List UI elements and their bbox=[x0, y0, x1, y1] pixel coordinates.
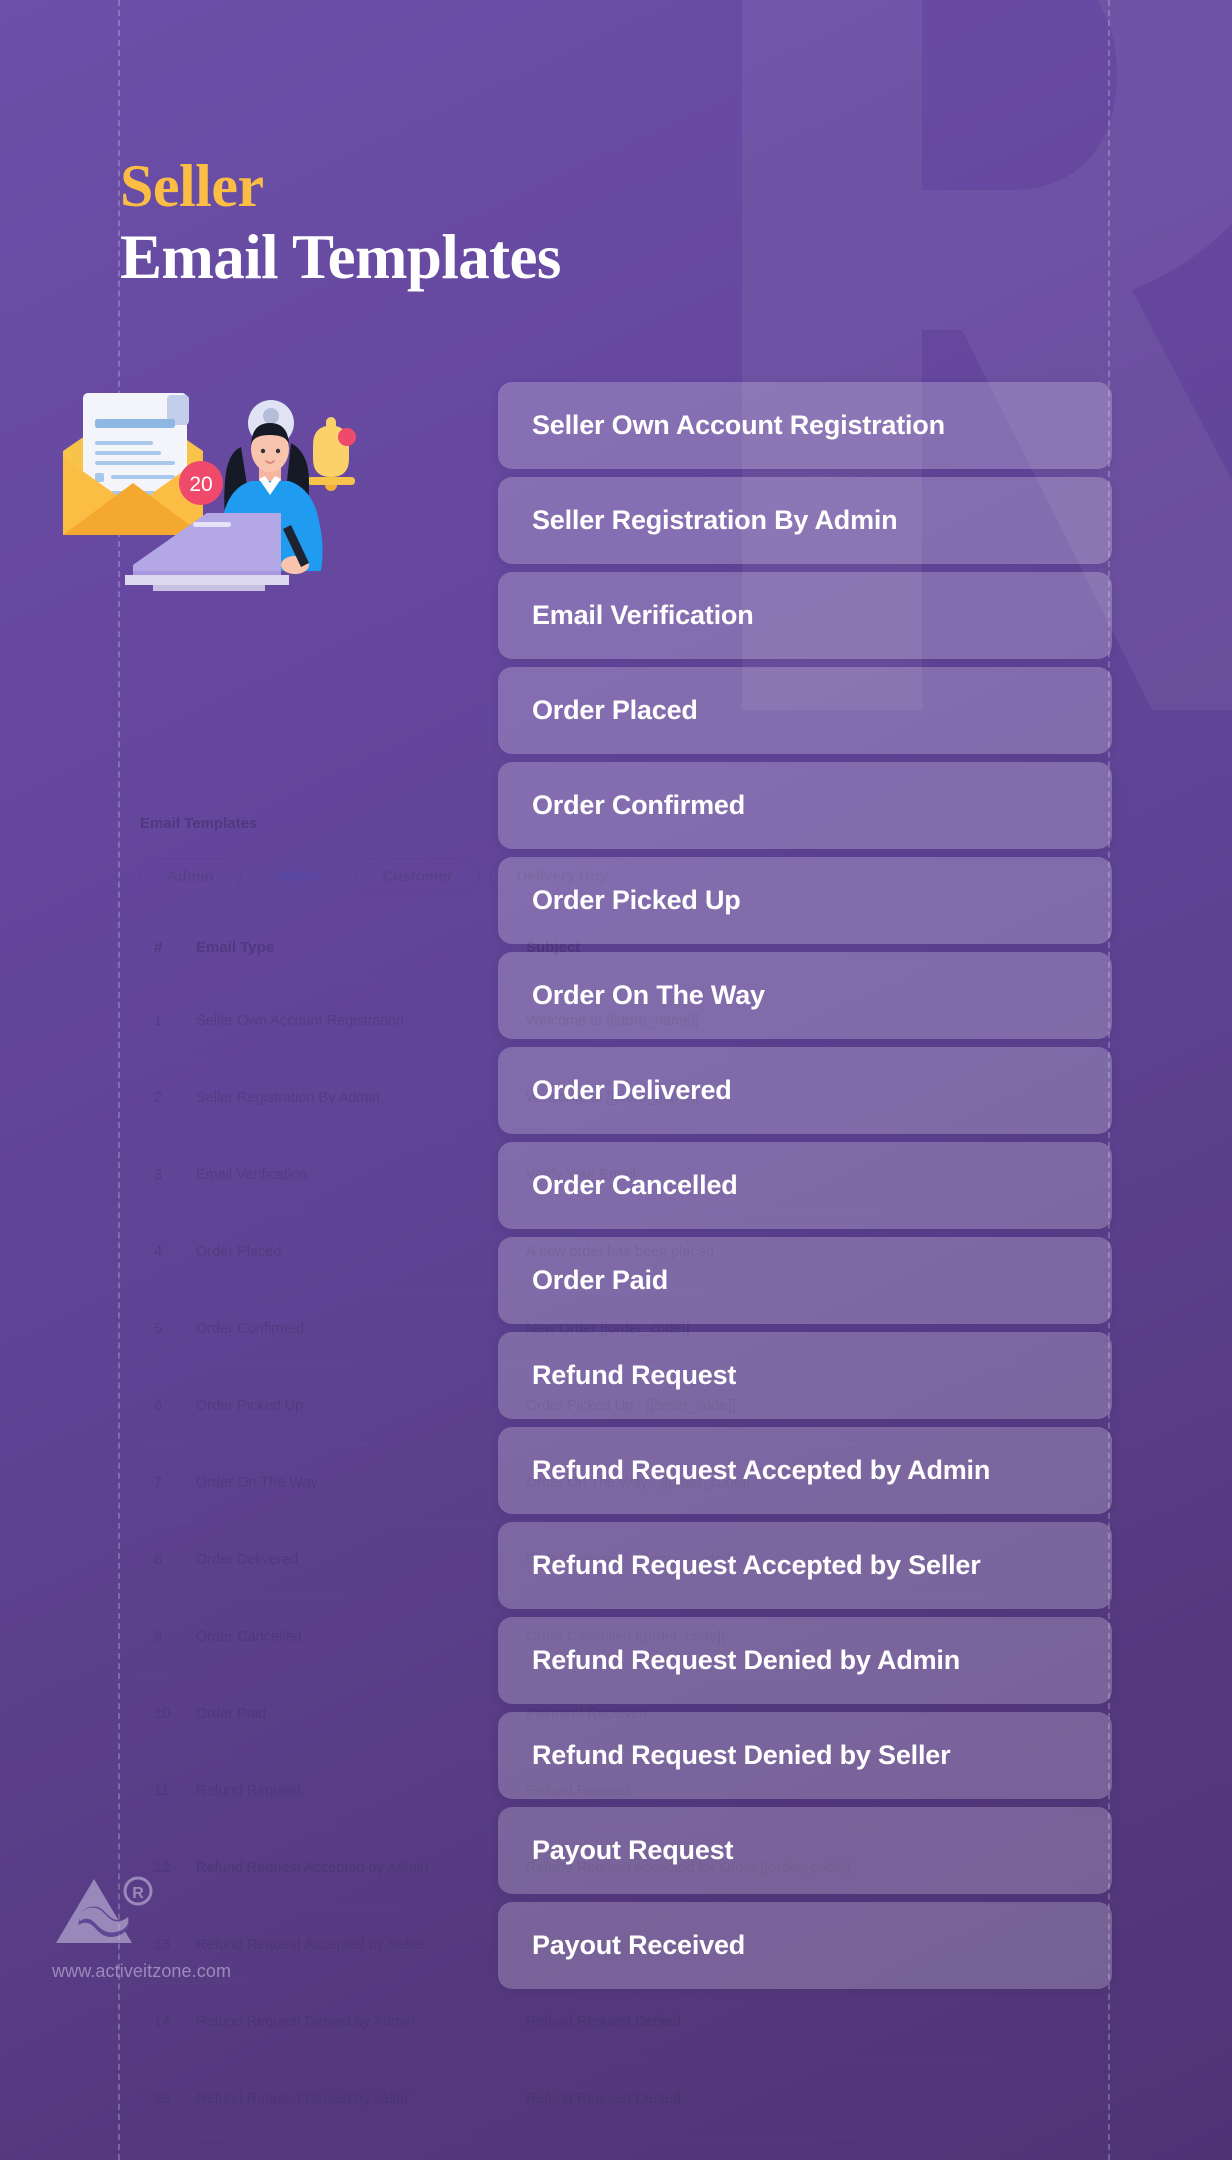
table-cell-type: Order Paid bbox=[196, 1676, 526, 1753]
email-template-pill-label: Order Paid bbox=[532, 1265, 669, 1295]
email-template-pill-label: Order Cancelled bbox=[532, 1170, 738, 1200]
table-cell-type: Order Delivered bbox=[196, 1522, 526, 1599]
table-cell-subject: Refund Request Denied bbox=[526, 1984, 1020, 2061]
table-cell-type: Seller Own Account Registration bbox=[196, 983, 526, 1060]
table-cell-type: Order Cancelled bbox=[196, 1599, 526, 1676]
email-template-pill[interactable]: Refund Request Denied by Seller bbox=[498, 1712, 1112, 1799]
table-cell-num: 14 bbox=[140, 1984, 196, 2061]
table-row[interactable]: 14 Refund Request Denied by Admin Refund R… bbox=[140, 1984, 1020, 2061]
activeitzone-logo-icon: R bbox=[52, 1875, 162, 1953]
email-template-pill-label: Order Picked Up bbox=[532, 885, 741, 915]
email-template-pill-label: Order On The Way bbox=[532, 980, 765, 1010]
table-cell-num: 5 bbox=[140, 1291, 196, 1368]
page-title: Email Templates bbox=[120, 222, 561, 292]
email-template-pill-label: Seller Registration By Admin bbox=[532, 505, 898, 535]
email-template-pill-label: Order Delivered bbox=[532, 1075, 732, 1105]
table-cell-type: Order Confirmed bbox=[196, 1291, 526, 1368]
table-cell-num: 15 bbox=[140, 2061, 196, 2138]
email-template-pill-label: Email Verification bbox=[532, 600, 754, 630]
table-row[interactable]: 15 Refund Request Denied by seller Refund … bbox=[140, 2061, 1020, 2138]
svg-text:R: R bbox=[132, 1885, 144, 1902]
table-cell-type: Refund Request Accepted by Admin bbox=[196, 1830, 526, 1907]
table-cell-type: Refund Request Accepted by Seller bbox=[196, 1907, 526, 1984]
email-template-pill[interactable]: Payout Request bbox=[498, 1807, 1112, 1894]
notification-bell bbox=[307, 417, 356, 491]
table-cell-type: Email Verification bbox=[196, 1137, 526, 1214]
email-template-pill[interactable]: Refund Request Denied by Admin bbox=[498, 1617, 1112, 1704]
email-template-pill[interactable]: Order Picked Up bbox=[498, 857, 1112, 944]
table-cell-num: 1 bbox=[140, 983, 196, 1060]
table-cell-num: 2 bbox=[140, 1060, 196, 1137]
email-template-pill[interactable]: Order Delivered bbox=[498, 1047, 1112, 1134]
table-cell-num: 9 bbox=[140, 1599, 196, 1676]
table-cell-type: Order Placed bbox=[196, 1214, 526, 1291]
email-template-pill-label: Payout Request bbox=[532, 1835, 734, 1865]
email-template-pill[interactable]: Email Verification bbox=[498, 572, 1112, 659]
email-template-pill-label: Refund Request Denied by Admin bbox=[532, 1645, 961, 1675]
column-header-type: Email Type bbox=[196, 939, 275, 956]
table-cell-num: 4 bbox=[140, 1214, 196, 1291]
panel-tab-seller[interactable]: Seller bbox=[251, 858, 346, 895]
poster-heading-block: Seller Email Templates bbox=[120, 155, 561, 293]
table-cell-num: 8 bbox=[140, 1522, 196, 1599]
table-cell-type: Refund Request Denied by Admin bbox=[196, 1984, 526, 2061]
table-cell-num: 3 bbox=[140, 1137, 196, 1214]
table-cell-type: Order Picked Up bbox=[196, 1368, 526, 1445]
column-header-index: # bbox=[154, 939, 163, 956]
heading-eyebrow: Seller bbox=[120, 153, 264, 219]
table-cell-num: 10 bbox=[140, 1676, 196, 1753]
email-template-pill[interactable]: Refund Request bbox=[498, 1332, 1112, 1419]
email-template-pill-label: Refund Request bbox=[532, 1360, 737, 1390]
table-cell-num: 11 bbox=[140, 1753, 196, 1830]
table-cell-subject: Refund Request Denied bbox=[526, 2061, 1020, 2138]
email-template-pill[interactable]: Order Confirmed bbox=[498, 762, 1112, 849]
panel-tab-admin[interactable]: Admin bbox=[140, 858, 241, 895]
table-cell-type: Payout Request bbox=[196, 2138, 526, 2160]
email-template-pill[interactable]: Seller Own Account Registration bbox=[498, 382, 1112, 469]
svg-text:20: 20 bbox=[189, 473, 212, 496]
email-template-pill-label: Refund Request Accepted by Admin bbox=[532, 1455, 991, 1485]
email-template-pill[interactable]: Payout Received bbox=[498, 1902, 1112, 1989]
panel-tab-customer[interactable]: Customer bbox=[355, 858, 480, 895]
email-template-pill-label: Seller Own Account Registration bbox=[532, 410, 945, 440]
email-illustration: 20 bbox=[55, 365, 395, 615]
guide-line-left bbox=[118, 0, 120, 2160]
table-cell-num: 7 bbox=[140, 1445, 196, 1522]
email-template-pill[interactable]: Order On The Way bbox=[498, 952, 1112, 1039]
table-cell-type: Refund Request Denied by seller bbox=[196, 2061, 526, 2138]
email-template-pill-label: Order Confirmed bbox=[532, 790, 746, 820]
email-template-pill[interactable]: Order Cancelled bbox=[498, 1142, 1112, 1229]
email-template-pill-label: Refund Request Accepted by Seller bbox=[532, 1550, 981, 1580]
poster-canvas: Seller Email Templates Email Templates A… bbox=[0, 0, 1232, 2160]
table-cell-type: Seller Registration By Admin bbox=[196, 1060, 526, 1137]
table-cell-subject: Payout Request bbox=[526, 2138, 1020, 2160]
table-cell-num: 6 bbox=[140, 1368, 196, 1445]
email-template-pill[interactable]: Seller Registration By Admin bbox=[498, 477, 1112, 564]
brand-watermark: R www.activeitzone.com bbox=[52, 1875, 242, 1982]
table-row[interactable]: 16Payout RequestPayout Request bbox=[140, 2138, 1020, 2160]
table-cell-type: Order On The Way bbox=[196, 1445, 526, 1522]
email-template-pill[interactable]: Refund Request Accepted by Seller bbox=[498, 1522, 1112, 1609]
email-template-pill[interactable]: Refund Request Accepted by Admin bbox=[498, 1427, 1112, 1514]
email-template-pill[interactable]: Order Paid bbox=[498, 1237, 1112, 1324]
email-template-pill[interactable]: Order Placed bbox=[498, 667, 1112, 754]
email-template-list: Seller Own Account Registration Seller Re… bbox=[498, 382, 1112, 1989]
email-template-pill-label: Payout Received bbox=[532, 1930, 746, 1960]
email-template-pill-label: Refund Request Denied by Seller bbox=[532, 1740, 951, 1770]
watermark-url: www.activeitzone.com bbox=[52, 1961, 232, 1981]
email-template-pill-label: Order Placed bbox=[532, 695, 698, 725]
table-cell-num: 16 bbox=[140, 2138, 196, 2160]
table-cell-type: Refund Request bbox=[196, 1753, 526, 1830]
